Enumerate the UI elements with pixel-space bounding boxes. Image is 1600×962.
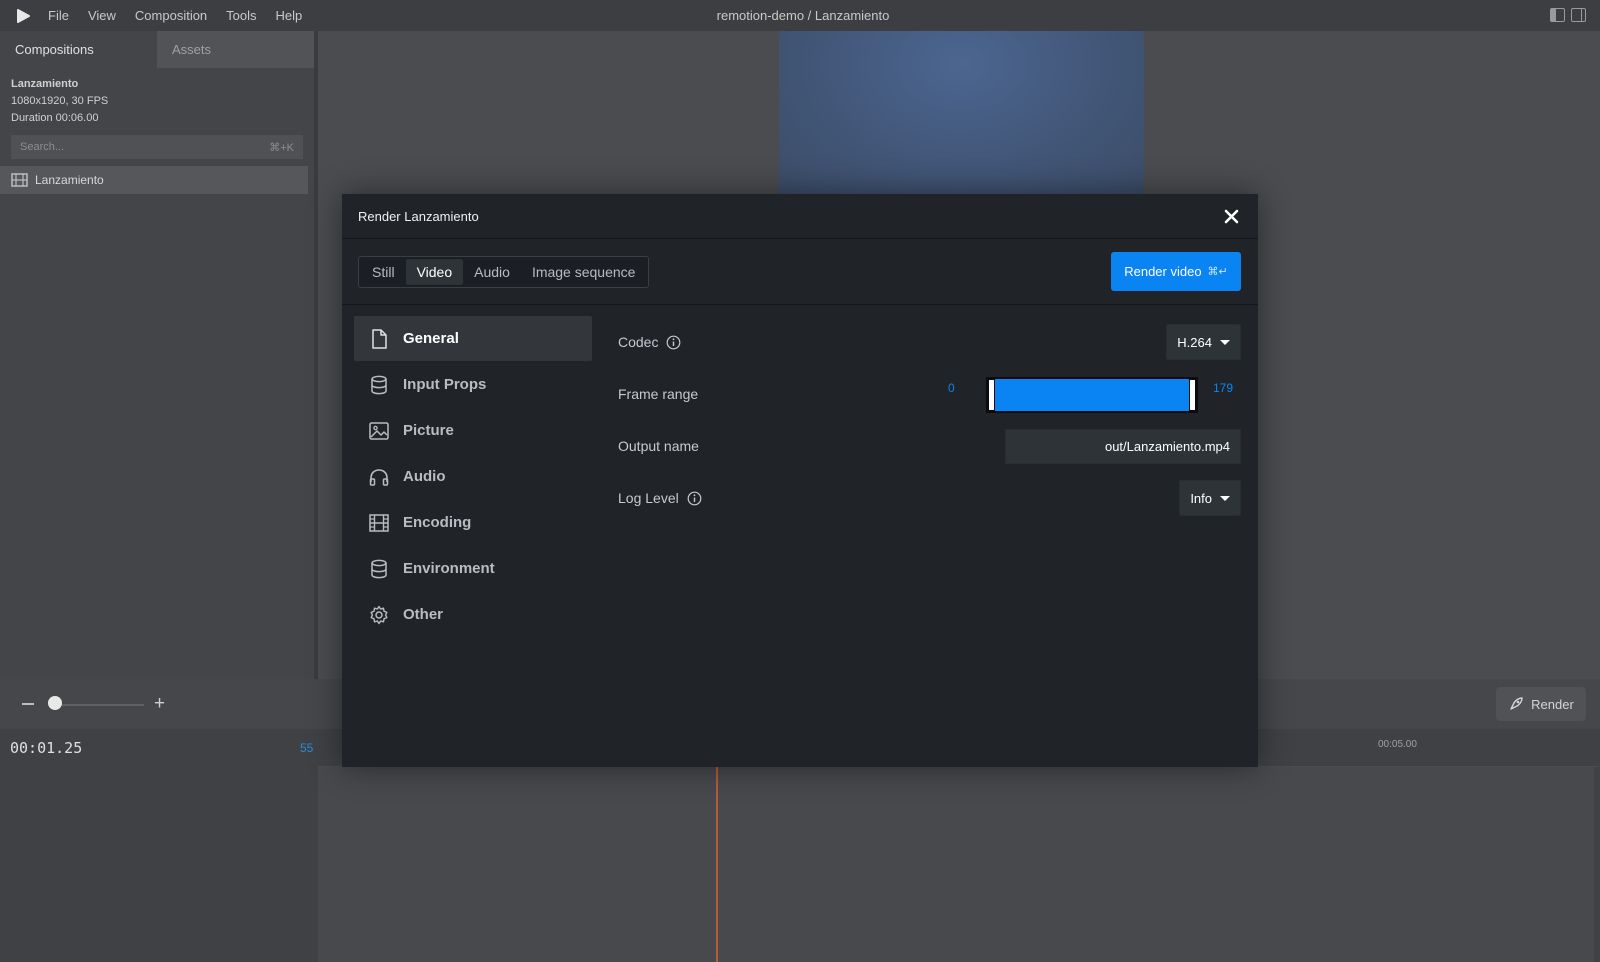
nav-label: Other	[403, 606, 444, 623]
codec-value: H.264	[1177, 334, 1212, 350]
modal-title: Render Lanzamiento	[358, 208, 479, 224]
output-name-row: Output name	[618, 420, 1241, 472]
codec-select[interactable]: H.264	[1166, 324, 1241, 360]
menu-help[interactable]: Help	[276, 8, 303, 23]
render-video-button[interactable]: Render video ⌘↵	[1111, 252, 1241, 291]
composition-name: Lanzamiento	[11, 78, 79, 90]
render-modal: Render Lanzamiento Still Video Audio Ima…	[342, 194, 1258, 767]
menu-file[interactable]: File	[48, 8, 69, 23]
right-panel-toggle-icon[interactable]	[1571, 8, 1586, 22]
range-end-handle[interactable]	[1189, 379, 1196, 411]
codec-label: Codec	[618, 334, 659, 350]
chevron-down-icon	[1220, 339, 1230, 345]
output-name-input[interactable]	[1005, 429, 1241, 464]
nav-input-props[interactable]: Input Props	[354, 362, 592, 407]
film-icon	[11, 173, 28, 187]
nav-general[interactable]: General	[354, 316, 592, 361]
timeline-track[interactable]	[318, 767, 1594, 962]
modal-body: General Input Props Picture Audio Encodi…	[342, 305, 1258, 766]
frame-range-label: Frame range	[618, 386, 699, 402]
render-type-tabs: Still Video Audio Image sequence	[358, 256, 650, 288]
log-level-label: Log Level	[618, 490, 679, 506]
zoom-out-icon[interactable]	[22, 703, 34, 705]
headphones-icon	[368, 466, 390, 488]
nav-picture[interactable]: Picture	[354, 408, 592, 453]
zoom-slider-knob[interactable]	[48, 696, 62, 710]
file-icon	[368, 328, 390, 350]
range-start-handle[interactable]	[988, 379, 995, 411]
sidebar: Compositions Assets Lanzamiento 1080x192…	[0, 31, 318, 679]
composition-list-label: Lanzamiento	[35, 173, 104, 187]
rocket-icon	[1510, 697, 1523, 710]
settings-nav: General Input Props Picture Audio Encodi…	[354, 316, 592, 638]
database-icon	[368, 374, 390, 396]
tab-still[interactable]: Still	[361, 259, 406, 285]
zoom-in-icon[interactable]: +	[154, 694, 165, 713]
composition-info: Lanzamiento 1080x1920, 30 FPS Duration 0…	[0, 68, 314, 135]
render-button[interactable]: Render	[1496, 687, 1586, 721]
nav-audio[interactable]: Audio	[354, 454, 592, 499]
nav-label: Environment	[403, 560, 495, 577]
chevron-down-icon	[1220, 495, 1230, 501]
tab-compositions[interactable]: Compositions	[0, 31, 157, 68]
modal-header: Render Lanzamiento	[342, 194, 1258, 239]
nav-encoding[interactable]: Encoding	[354, 500, 592, 545]
gear-icon	[368, 604, 390, 626]
menubar: File View Composition Tools Help remotio…	[0, 0, 1600, 31]
frame-range-row: Frame range 0 179	[618, 368, 1241, 420]
film-icon	[368, 512, 390, 534]
tab-video[interactable]: Video	[405, 259, 464, 285]
log-level-select[interactable]: Info	[1179, 480, 1241, 516]
general-settings: Codec H.264 Frame range 0 179 Output nam…	[618, 316, 1241, 524]
tab-image-sequence[interactable]: Image sequence	[521, 259, 647, 285]
layout-toggles	[1550, 8, 1586, 22]
log-level-row: Log Level Info	[618, 472, 1241, 524]
sidebar-tabs: Compositions Assets	[0, 31, 314, 68]
info-icon[interactable]	[687, 491, 702, 506]
menu-tools[interactable]: Tools	[226, 8, 256, 23]
play-logo-icon[interactable]	[16, 8, 30, 23]
output-name-label: Output name	[618, 438, 699, 454]
modal-toolbar: Still Video Audio Image sequence Render …	[342, 239, 1258, 305]
playhead[interactable]	[716, 767, 718, 962]
tab-assets[interactable]: Assets	[157, 31, 314, 68]
nav-label: Audio	[403, 468, 446, 485]
composition-duration: Duration 00:06.00	[11, 112, 99, 124]
codec-row: Codec H.264	[618, 316, 1241, 368]
menu-view[interactable]: View	[88, 8, 116, 23]
composition-dimensions: 1080x1920, 30 FPS	[11, 95, 109, 107]
nav-label: Picture	[403, 422, 454, 439]
render-button-label: Render	[1531, 696, 1574, 712]
search-input[interactable]: Search... ⌘+K	[11, 135, 303, 159]
database-icon	[368, 558, 390, 580]
render-video-shortcut: ⌘↵	[1207, 266, 1228, 278]
frame-number: 55	[300, 741, 314, 755]
search-shortcut: ⌘+K	[269, 141, 294, 154]
info-icon[interactable]	[666, 335, 681, 350]
log-level-value: Info	[1190, 490, 1212, 506]
timecode: 00:01.25	[10, 739, 83, 757]
composition-list-item[interactable]: Lanzamiento	[0, 166, 308, 194]
frame-range-start: 0	[948, 381, 955, 395]
search-placeholder: Search...	[20, 141, 65, 153]
nav-label: Encoding	[403, 514, 472, 531]
video-preview	[779, 31, 1144, 196]
nav-environment[interactable]: Environment	[354, 546, 592, 591]
nav-other[interactable]: Other	[354, 592, 592, 637]
close-icon[interactable]	[1222, 207, 1241, 226]
ruler-label: 00:05.00	[1378, 739, 1417, 750]
render-video-label: Render video	[1124, 264, 1202, 279]
left-panel-toggle-icon[interactable]	[1550, 8, 1565, 22]
image-icon	[368, 420, 390, 442]
zoom-slider[interactable]	[48, 704, 144, 706]
frame-range-end: 179	[1212, 381, 1233, 395]
menu-composition[interactable]: Composition	[135, 8, 207, 23]
nav-label: General	[403, 330, 459, 347]
nav-label: Input Props	[403, 376, 487, 393]
frame-range-slider[interactable]	[986, 377, 1198, 413]
tab-audio[interactable]: Audio	[463, 259, 521, 285]
